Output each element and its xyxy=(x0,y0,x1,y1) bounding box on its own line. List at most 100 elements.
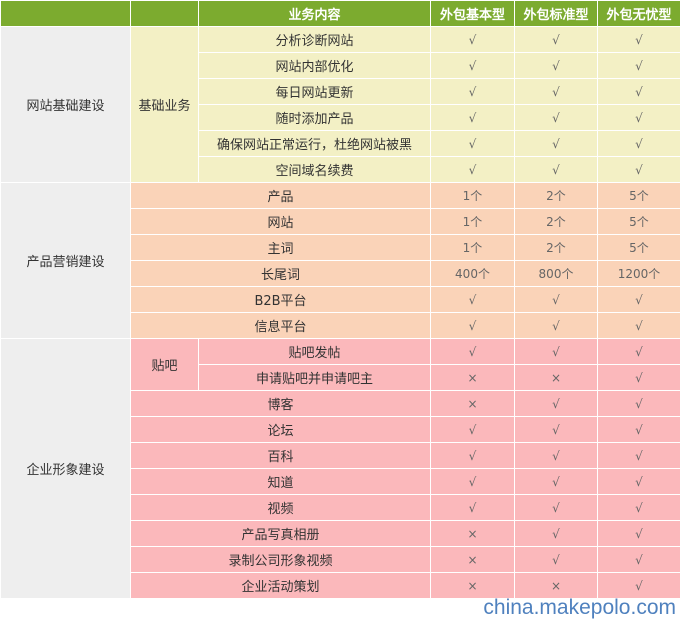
plan-basic-value: × xyxy=(430,546,515,573)
plan-worryfree-value: √ xyxy=(597,130,680,157)
header-content: 业务内容 xyxy=(198,0,431,27)
item-cell: 知道 xyxy=(130,468,431,495)
plan-worryfree-value: √ xyxy=(597,52,680,79)
item-cell: B2B平台 xyxy=(130,286,431,313)
item-cell: 产品 xyxy=(130,182,431,209)
plan-basic-value: √ xyxy=(430,26,515,53)
plan-standard-value: √ xyxy=(514,416,598,443)
plan-standard-value: √ xyxy=(514,26,598,53)
item-cell: 空间域名续费 xyxy=(198,156,431,183)
plan-worryfree-value: √ xyxy=(597,156,680,183)
table-header-row: 业务内容 外包基本型 外包标准型 外包无忧型 xyxy=(0,0,680,27)
plan-standard-value: 2个 xyxy=(514,182,598,209)
item-cell: 长尾词 xyxy=(130,260,431,287)
plan-standard-value: √ xyxy=(514,468,598,495)
plan-standard-value: √ xyxy=(514,520,598,547)
plan-basic-value: 400个 xyxy=(430,260,515,287)
header-blank-category xyxy=(0,0,131,27)
plan-worryfree-value: √ xyxy=(597,104,680,131)
item-cell: 主词 xyxy=(130,234,431,261)
item-cell: 每日网站更新 xyxy=(198,78,431,105)
item-cell: 随时添加产品 xyxy=(198,104,431,131)
plan-standard-value: √ xyxy=(514,104,598,131)
plan-worryfree-value: √ xyxy=(597,546,680,573)
plan-basic-value: × xyxy=(430,364,515,391)
header-plan-worryfree: 外包无忧型 xyxy=(597,0,680,27)
plan-worryfree-value: 5个 xyxy=(597,208,680,235)
table-row: 企业形象建设 贴吧 贴吧发帖 √ √ √ xyxy=(0,338,680,599)
plan-basic-value: 1个 xyxy=(430,234,515,261)
plan-standard-value: √ xyxy=(514,156,598,183)
item-cell: 录制公司形象视频 xyxy=(130,546,431,573)
plan-standard-value: √ xyxy=(514,494,598,521)
item-cell: 企业活动策划 xyxy=(130,572,431,599)
plan-basic-value: √ xyxy=(430,416,515,443)
plan-basic-value: √ xyxy=(430,104,515,131)
item-cell: 百科 xyxy=(130,442,431,469)
category-cell: 网站基础建设 xyxy=(0,26,131,183)
plan-basic-value: √ xyxy=(430,494,515,521)
plan-standard-value: × xyxy=(514,364,598,391)
plan-standard-value: 800个 xyxy=(514,260,598,287)
plan-basic-value: √ xyxy=(430,52,515,79)
plan-standard-value: √ xyxy=(514,546,598,573)
plan-standard-value: √ xyxy=(514,442,598,469)
item-cell: 确保网站正常运行，杜绝网站被黑 xyxy=(198,130,431,157)
watermark: china.makepolo.com xyxy=(483,596,676,619)
item-cell: 分析诊断网站 xyxy=(198,26,431,53)
item-cell: 视频 xyxy=(130,494,431,521)
plan-worryfree-value: √ xyxy=(597,26,680,53)
plan-worryfree-value: 5个 xyxy=(597,182,680,209)
plan-basic-value: √ xyxy=(430,286,515,313)
service-comparison-table: 业务内容 外包基本型 外包标准型 外包无忧型 网站基础建设 基础业务 分析诊断网站 √… xyxy=(0,0,680,599)
plan-basic-value: 1个 xyxy=(430,182,515,209)
subcategory-cell: 基础业务 xyxy=(130,26,199,183)
plan-worryfree-value: √ xyxy=(597,338,680,365)
plan-standard-value: 2个 xyxy=(514,234,598,261)
plan-worryfree-value: √ xyxy=(597,520,680,547)
item-cell: 论坛 xyxy=(130,416,431,443)
plan-worryfree-value: √ xyxy=(597,78,680,105)
item-cell: 产品写真相册 xyxy=(130,520,431,547)
plan-basic-value: × xyxy=(430,572,515,599)
category-cell: 企业形象建设 xyxy=(0,338,131,599)
plan-standard-value: 2个 xyxy=(514,208,598,235)
item-cell: 博客 xyxy=(130,390,431,417)
header-plan-basic: 外包基本型 xyxy=(430,0,515,27)
plan-worryfree-value: √ xyxy=(597,286,680,313)
header-blank-subcategory xyxy=(130,0,199,27)
plan-worryfree-value: √ xyxy=(597,364,680,391)
plan-basic-value: × xyxy=(430,520,515,547)
plan-standard-value: √ xyxy=(514,130,598,157)
plan-basic-value: √ xyxy=(430,130,515,157)
table-row: 产品营销建设 产品 1个 2个 5个 xyxy=(0,182,680,339)
subcategory-cell: 贴吧 xyxy=(130,338,199,391)
item-cell: 网站 xyxy=(130,208,431,235)
item-cell: 申请贴吧并申请吧主 xyxy=(198,364,431,391)
plan-standard-value: √ xyxy=(514,52,598,79)
plan-worryfree-value: √ xyxy=(597,468,680,495)
plan-basic-value: √ xyxy=(430,338,515,365)
plan-worryfree-value: √ xyxy=(597,442,680,469)
plan-worryfree-value: √ xyxy=(597,494,680,521)
plan-basic-value: 1个 xyxy=(430,208,515,235)
item-cell: 网站内部优化 xyxy=(198,52,431,79)
plan-standard-value: √ xyxy=(514,312,598,339)
plan-standard-value: √ xyxy=(514,390,598,417)
plan-basic-value: √ xyxy=(430,468,515,495)
plan-worryfree-value: √ xyxy=(597,416,680,443)
plan-worryfree-value: √ xyxy=(597,312,680,339)
plan-worryfree-value: √ xyxy=(597,572,680,599)
item-cell: 贴吧发帖 xyxy=(198,338,431,365)
plan-basic-value: √ xyxy=(430,156,515,183)
plan-basic-value: √ xyxy=(430,312,515,339)
plan-worryfree-value: √ xyxy=(597,390,680,417)
plan-worryfree-value: 5个 xyxy=(597,234,680,261)
plan-basic-value: √ xyxy=(430,442,515,469)
plan-standard-value: × xyxy=(514,572,598,599)
header-plan-standard: 外包标准型 xyxy=(514,0,598,27)
plan-basic-value: × xyxy=(430,390,515,417)
category-cell: 产品营销建设 xyxy=(0,182,131,339)
plan-worryfree-value: 1200个 xyxy=(597,260,680,287)
plan-standard-value: √ xyxy=(514,78,598,105)
